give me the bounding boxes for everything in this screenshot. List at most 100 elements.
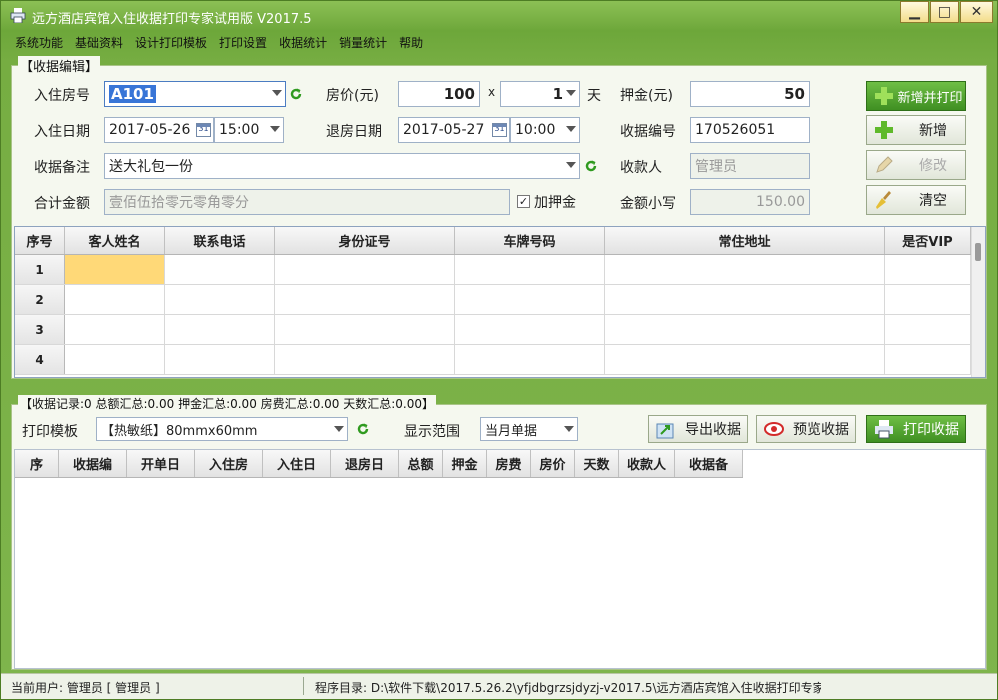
calendar-icon[interactable]: 31 (492, 123, 507, 137)
table-row[interactable]: 1 (15, 255, 985, 285)
table-cell[interactable] (885, 255, 971, 284)
col-room-fee[interactable]: 房费 (487, 450, 531, 477)
vertical-scrollbar[interactable] (971, 227, 985, 377)
refresh-icon[interactable] (356, 422, 370, 436)
price-input[interactable]: 100 (398, 81, 480, 107)
chevron-down-icon (566, 126, 576, 132)
template-select[interactable]: 【热敏纸】80mmx60mm (96, 417, 348, 441)
plus-icon (875, 87, 893, 105)
menu-help[interactable]: 帮助 (393, 31, 429, 53)
col-guest-name[interactable]: 客人姓名 (65, 227, 165, 254)
table-cell[interactable] (885, 345, 971, 374)
table-cell[interactable] (275, 315, 455, 344)
menu-sales-stats[interactable]: 销量统计 (333, 31, 393, 53)
add-deposit-checkbox[interactable]: ✓ (517, 195, 530, 208)
edit-panel-title: 【收据编辑】 (18, 56, 101, 75)
col-open-date[interactable]: 开单日 (127, 450, 195, 477)
scroll-thumb[interactable] (975, 243, 981, 261)
col-phone[interactable]: 联系电话 (165, 227, 275, 254)
add-and-print-button[interactable]: 新增并打印 (866, 81, 966, 111)
export-receipt-button[interactable]: 导出收据 (648, 415, 748, 443)
menu-design-template[interactable]: 设计打印模板 (129, 31, 213, 53)
col-total[interactable]: 总额 (399, 450, 443, 477)
checkin-date-value: 2017-05-26 (109, 122, 191, 138)
menu-basic-data[interactable]: 基础资料 (69, 31, 129, 53)
add-button[interactable]: 新增 (866, 115, 966, 145)
checkin-date-input[interactable]: 2017-05-26 31 (104, 117, 214, 143)
checkin-time-value: 15:00 (219, 122, 260, 138)
range-select[interactable]: 当月单据 (480, 417, 578, 441)
col-checkout-date[interactable]: 退房日 (331, 450, 399, 477)
clear-button[interactable]: 清空 (866, 185, 966, 215)
col-remark[interactable]: 收据备 (675, 450, 743, 477)
table-row[interactable]: 2 (15, 285, 985, 315)
chevron-down-icon (566, 90, 576, 96)
table-cell[interactable] (275, 255, 455, 284)
col-vip[interactable]: 是否VIP (885, 227, 971, 254)
chevron-down-icon (334, 426, 344, 432)
remark-select[interactable]: 送大礼包一份 (104, 153, 580, 179)
table-cell[interactable] (885, 285, 971, 314)
remark-label: 收据备注 (34, 160, 90, 176)
export-icon (656, 423, 674, 439)
printer-icon (875, 420, 893, 439)
preview-receipt-button[interactable]: 预览收据 (756, 415, 856, 443)
table-cell[interactable] (165, 255, 275, 284)
col-id-number[interactable]: 身份证号 (275, 227, 455, 254)
col-plate[interactable]: 车牌号码 (455, 227, 605, 254)
table-cell[interactable] (275, 345, 455, 374)
menu-print-settings[interactable]: 打印设置 (213, 31, 273, 53)
col-checkin-date[interactable]: 入住日 (263, 450, 331, 477)
table-cell[interactable] (65, 345, 165, 374)
close-button[interactable]: ✕ (960, 1, 993, 23)
col-address[interactable]: 常住地址 (605, 227, 885, 254)
deposit-input[interactable]: 50 (690, 81, 810, 107)
maximize-button[interactable]: □ (930, 1, 959, 23)
refresh-icon[interactable] (289, 87, 303, 101)
table-cell[interactable] (455, 345, 605, 374)
col-deposit[interactable]: 押金 (443, 450, 487, 477)
times-sign: x (488, 85, 496, 99)
table-cell[interactable] (165, 315, 275, 344)
checkout-time-select[interactable]: 10:00 (510, 117, 580, 143)
table-cell[interactable] (605, 345, 885, 374)
menu-system[interactable]: 系统功能 (9, 31, 69, 53)
table-cell[interactable] (455, 255, 605, 284)
table-cell[interactable] (455, 315, 605, 344)
col-receipt-no[interactable]: 收据编 (59, 450, 127, 477)
days-select[interactable]: 1 (500, 81, 580, 107)
table-cell[interactable] (455, 285, 605, 314)
table-row[interactable]: 3 (15, 315, 985, 345)
col-seq[interactable]: 序号 (15, 227, 65, 254)
template-value: 【热敏纸】80mmx60mm (101, 423, 258, 439)
receipt-records-panel: 【收据记录:0 总额汇总:0.00 押金汇总:0.00 房费汇总:0.00 天数… (11, 395, 987, 670)
col-cashier[interactable]: 收款人 (619, 450, 675, 477)
col-room[interactable]: 入住房 (195, 450, 263, 477)
room-select[interactable]: A101 (104, 81, 286, 107)
menu-receipt-stats[interactable]: 收据统计 (273, 31, 333, 53)
receipt-no-input[interactable]: 170526051 (690, 117, 810, 143)
col-days[interactable]: 天数 (575, 450, 619, 477)
table-cell[interactable] (605, 285, 885, 314)
table-cell[interactable] (885, 315, 971, 344)
col-room-price[interactable]: 房价 (531, 450, 575, 477)
refresh-icon[interactable] (584, 159, 598, 173)
table-cell[interactable] (165, 285, 275, 314)
table-row[interactable]: 4 (15, 345, 985, 375)
table-cell[interactable] (165, 345, 275, 374)
add-and-print-label: 新增并打印 (897, 90, 963, 106)
table-cell[interactable] (65, 255, 165, 284)
table-cell[interactable] (605, 315, 885, 344)
checkin-time-select[interactable]: 15:00 (214, 117, 284, 143)
table-cell[interactable] (65, 315, 165, 344)
minimize-button[interactable]: ▁ (900, 1, 929, 23)
print-receipt-button[interactable]: 打印收据 (866, 415, 966, 443)
eye-icon (764, 422, 784, 436)
table-cell[interactable] (65, 285, 165, 314)
row-number: 4 (15, 345, 65, 374)
table-cell[interactable] (605, 255, 885, 284)
checkout-date-input[interactable]: 2017-05-27 31 (398, 117, 510, 143)
col-seq[interactable]: 序 (15, 450, 59, 477)
calendar-icon[interactable]: 31 (196, 123, 211, 137)
table-cell[interactable] (275, 285, 455, 314)
